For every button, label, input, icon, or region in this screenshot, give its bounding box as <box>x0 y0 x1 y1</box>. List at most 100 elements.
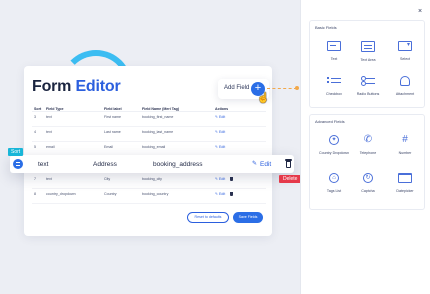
field-select[interactable]: Select <box>390 39 420 69</box>
field-label: Number <box>398 151 412 155</box>
field-label: Telephone <box>359 151 377 155</box>
field-tags-list[interactable]: ⌂ Tags List <box>319 171 349 201</box>
header-field-name: Field Name (Meri Tag) <box>142 107 180 111</box>
calendar-icon <box>398 173 412 183</box>
header-sort: Sort <box>34 107 42 111</box>
row-type: email <box>46 145 55 149</box>
row-name: booking_address <box>153 161 203 168</box>
table-row: 7 text City booking_city ✎ Edit <box>32 174 266 189</box>
header-actions: Actions <box>215 107 229 111</box>
basic-fields-section: Basic Fields Text Text Area Select Check… <box>309 20 425 108</box>
delete-badge: Delete <box>279 175 300 183</box>
title-part-2: Editor <box>75 78 121 95</box>
field-telephone[interactable]: ✆ Telephone <box>353 133 383 163</box>
row-label: Email <box>104 145 113 149</box>
row-name: booking_city <box>142 177 162 181</box>
field-datepicker[interactable]: Datepicker <box>390 171 420 201</box>
edit-label: Edit <box>219 130 226 134</box>
header-field-label: Field label <box>104 107 122 111</box>
section-title: Basic Fields <box>315 25 337 30</box>
table-row: 8 country_dropdown Country booking_count… <box>32 189 266 204</box>
row-type: text <box>46 115 52 119</box>
row-name: booking_first_name <box>142 115 174 119</box>
phone-icon: ✆ <box>363 134 373 145</box>
section-title: Advanced Fields <box>315 119 345 124</box>
row-type: text <box>38 161 49 168</box>
number-icon: # <box>402 134 408 145</box>
row-number: 7 <box>34 177 36 181</box>
title-part-1: Form <box>32 78 72 95</box>
field-label: Text Area <box>360 58 376 62</box>
row-edit-link[interactable]: ✎ Edit <box>215 115 225 119</box>
field-captcha[interactable]: ↻ Captcha <box>353 171 383 201</box>
row-label: Country <box>104 192 117 196</box>
field-radio-buttons[interactable]: Radio Buttons <box>353 74 383 104</box>
row-label: Last name <box>104 130 121 134</box>
trash-icon[interactable] <box>230 177 234 182</box>
row-edit-link[interactable]: ✎ Edit <box>215 192 234 197</box>
edit-label: Edit <box>219 192 226 196</box>
row-name: booking_last_name <box>142 130 174 134</box>
canvas-area: Form Editor Sort Field Type Field label … <box>0 0 300 294</box>
page-title: Form Editor <box>32 78 121 96</box>
field-label: Select <box>400 57 410 61</box>
checkbox-list-icon <box>327 76 341 86</box>
row-edit-link[interactable]: ✎ Edit <box>215 145 225 149</box>
close-icon[interactable]: × <box>418 8 422 15</box>
field-country-dropdown[interactable]: ✦ Country Dropdown <box>319 133 349 163</box>
text-field-icon <box>327 41 341 51</box>
advanced-fields-section: Advanced Fields ✦ Country Dropdown ✆ Tel… <box>309 114 425 210</box>
sort-badge: Sort <box>8 148 24 156</box>
row-number: 4 <box>34 130 36 134</box>
row-number: 5 <box>34 145 36 149</box>
field-label: Datepicker <box>396 189 414 193</box>
globe-icon: ✦ <box>329 135 339 145</box>
dragged-table-row[interactable]: text Address booking_address ✎ Edit <box>10 155 294 173</box>
trash-icon[interactable] <box>230 192 234 197</box>
field-label: Radio Buttons <box>356 92 380 96</box>
row-label: Address <box>93 161 117 168</box>
row-label: City <box>104 177 111 181</box>
textarea-icon <box>361 41 375 52</box>
row-type: text <box>46 177 52 181</box>
captcha-icon: ↻ <box>363 173 373 183</box>
field-attachment[interactable]: Attachment <box>390 74 420 104</box>
reset-defaults-button[interactable]: Reset to defaults <box>187 212 229 223</box>
save-fields-button[interactable]: Save Fields <box>233 212 263 223</box>
row-label: First name <box>104 115 121 119</box>
row-edit-link[interactable]: ✎ Edit <box>215 130 225 134</box>
row-type: text <box>46 130 52 134</box>
edit-label: Edit <box>219 115 226 119</box>
radio-buttons-icon <box>361 76 375 86</box>
field-label: Captcha <box>361 189 375 193</box>
table-row: 4 text Last name booking_last_name ✎ Edi… <box>32 127 266 142</box>
edit-label: Edit <box>219 177 226 181</box>
tags-icon: ⌂ <box>329 173 339 183</box>
row-number: 3 <box>34 115 36 119</box>
field-label: Attachment <box>395 92 415 96</box>
row-number: 8 <box>34 192 36 196</box>
header-field-type: Field Type <box>46 107 64 111</box>
field-label: Checkbox <box>326 92 342 96</box>
attachment-icon <box>400 76 410 86</box>
field-number[interactable]: # Number <box>390 133 420 163</box>
row-type: country_dropdown <box>46 192 76 196</box>
field-label: Tags List <box>326 189 342 193</box>
field-label: Country Dropdown <box>319 151 349 155</box>
field-text[interactable]: Text <box>319 39 349 69</box>
row-edit-link[interactable]: ✎ Edit <box>215 177 234 182</box>
table-header: Sort Field Type Field label Field Name (… <box>32 104 266 112</box>
table-row: 3 text First name booking_first_name ✎ E… <box>32 112 266 127</box>
drag-handle-icon[interactable] <box>13 159 23 169</box>
trash-icon[interactable] <box>285 159 292 168</box>
connector-dot <box>295 86 299 90</box>
field-text-area[interactable]: Text Area <box>353 39 383 69</box>
fields-panel: × Basic Fields Text Text Area Select Che… <box>300 0 430 294</box>
hand-cursor-icon: ☝ <box>257 93 270 104</box>
pencil-icon: ✎ <box>252 161 258 167</box>
edit-label: Edit <box>219 145 226 149</box>
row-name: booking_country <box>142 192 169 196</box>
row-edit-link[interactable]: Edit <box>260 161 271 168</box>
connector-line <box>267 88 297 89</box>
field-checkbox[interactable]: Checkbox <box>319 74 349 104</box>
